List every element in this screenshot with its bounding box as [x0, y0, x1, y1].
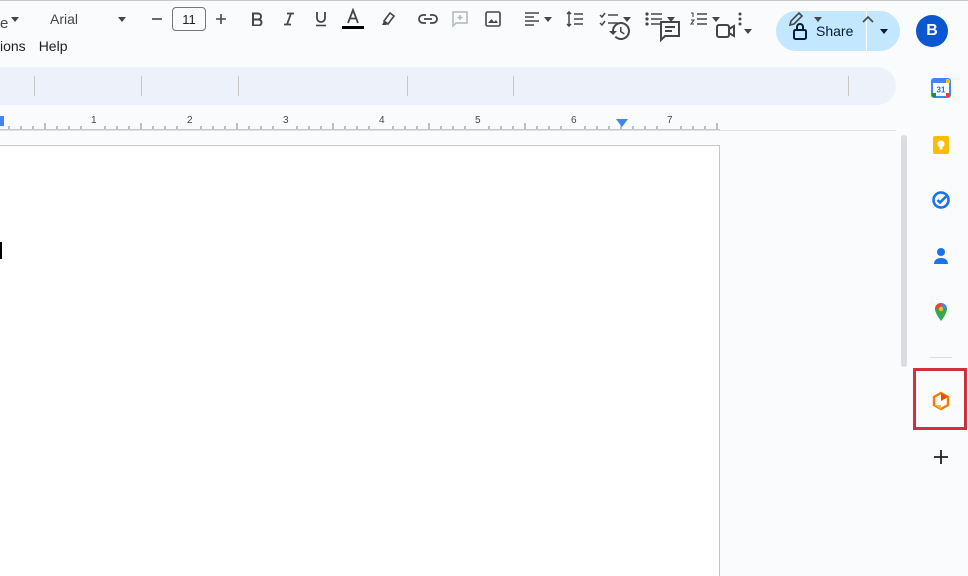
chevron-down-icon [879, 28, 888, 34]
toolbar-divider [513, 76, 514, 96]
increase-font-size-button[interactable] [211, 6, 231, 32]
bulleted-list-icon [645, 12, 662, 26]
chevron-down-icon [11, 16, 19, 22]
link-icon [418, 14, 438, 24]
font-size-input[interactable]: 11 [172, 6, 206, 32]
menu-extensions[interactable]: ions [0, 38, 39, 58]
ruler-number: 7 [667, 115, 673, 126]
maps-icon[interactable] [931, 302, 951, 322]
left-indent-marker-icon[interactable] [0, 116, 4, 126]
right-indent-marker-icon[interactable] [616, 119, 628, 127]
font-family-value: Arial [50, 11, 79, 27]
get-addons-plus-icon[interactable] [931, 447, 951, 467]
avatar[interactable]: B [916, 15, 948, 47]
checklist-icon [599, 12, 618, 27]
highlight-box [913, 368, 967, 430]
menu-help[interactable]: Help [39, 38, 81, 58]
chevron-down-icon [814, 16, 822, 22]
contacts-icon[interactable] [931, 246, 951, 266]
add-comment-icon [452, 11, 468, 28]
font-size-value: 11 [172, 7, 206, 31]
ruler-number: 2 [187, 115, 193, 126]
more-options-button[interactable] [732, 6, 748, 32]
font-family-select[interactable]: Arial [44, 6, 130, 32]
numbered-list-dropdown[interactable] [686, 6, 724, 32]
calendar-icon[interactable]: 31 [931, 78, 951, 98]
underline-button[interactable] [310, 6, 332, 32]
highlight-color-button[interactable] [377, 6, 399, 32]
toolbar [0, 67, 896, 105]
text-color-button[interactable] [340, 6, 366, 32]
document-page[interactable] [0, 145, 720, 576]
toolbar-divider [848, 76, 849, 96]
editing-mode-dropdown[interactable] [784, 6, 826, 32]
toolbar-divider [34, 76, 35, 96]
numbered-list-icon [690, 12, 707, 25]
chevron-down-icon [544, 16, 552, 22]
toolbar-divider [141, 76, 142, 96]
minus-icon [152, 18, 162, 20]
bold-icon [252, 12, 263, 26]
tasks-icon[interactable] [931, 190, 951, 210]
top-border [0, 0, 968, 1]
chevron-down-icon [623, 16, 631, 22]
toolbar-divider [407, 76, 408, 96]
more-vert-icon [738, 12, 742, 26]
insert-image-button[interactable] [481, 6, 505, 32]
zoom-dropdown[interactable] [8, 6, 22, 32]
chevron-up-icon [862, 15, 874, 23]
italic-icon [284, 12, 294, 26]
highlighter-icon [382, 11, 396, 26]
insert-link-button[interactable] [416, 6, 440, 32]
underline-icon [316, 12, 326, 27]
pencil-icon [788, 11, 804, 27]
toolbar-divider [238, 76, 239, 96]
ruler[interactable] [0, 112, 720, 130]
line-spacing-icon [566, 11, 583, 27]
keep-icon[interactable] [931, 135, 951, 155]
side-panel-divider [930, 357, 952, 358]
image-icon [485, 11, 501, 27]
add-comment-button[interactable] [448, 6, 472, 32]
italic-button[interactable] [278, 6, 300, 32]
ruler-number: 3 [283, 115, 289, 126]
chevron-down-icon [667, 16, 675, 22]
text-color-icon [342, 8, 364, 29]
ruler-number: 1 [91, 115, 97, 126]
align-left-icon [525, 12, 539, 26]
ruler-number: 5 [475, 115, 481, 126]
line-spacing-button[interactable] [564, 6, 586, 32]
bulleted-list-dropdown[interactable] [642, 6, 678, 32]
text-cursor [0, 242, 2, 259]
plus-icon [216, 14, 226, 24]
toolbar-bottom-divider [0, 130, 896, 131]
align-dropdown[interactable] [520, 6, 556, 32]
checklist-dropdown[interactable] [596, 6, 634, 32]
ruler-number: 6 [571, 115, 577, 126]
hide-menus-button[interactable] [856, 6, 880, 32]
calendar-day: 31 [937, 86, 946, 95]
chevron-down-icon [118, 16, 126, 22]
menu-bar: ions Help [0, 38, 80, 58]
scrollbar-thumb[interactable] [901, 135, 907, 367]
decrease-font-size-button[interactable] [147, 6, 167, 32]
bold-button[interactable] [246, 6, 268, 32]
ruler-number: 4 [379, 115, 385, 126]
chevron-down-icon [712, 16, 720, 22]
